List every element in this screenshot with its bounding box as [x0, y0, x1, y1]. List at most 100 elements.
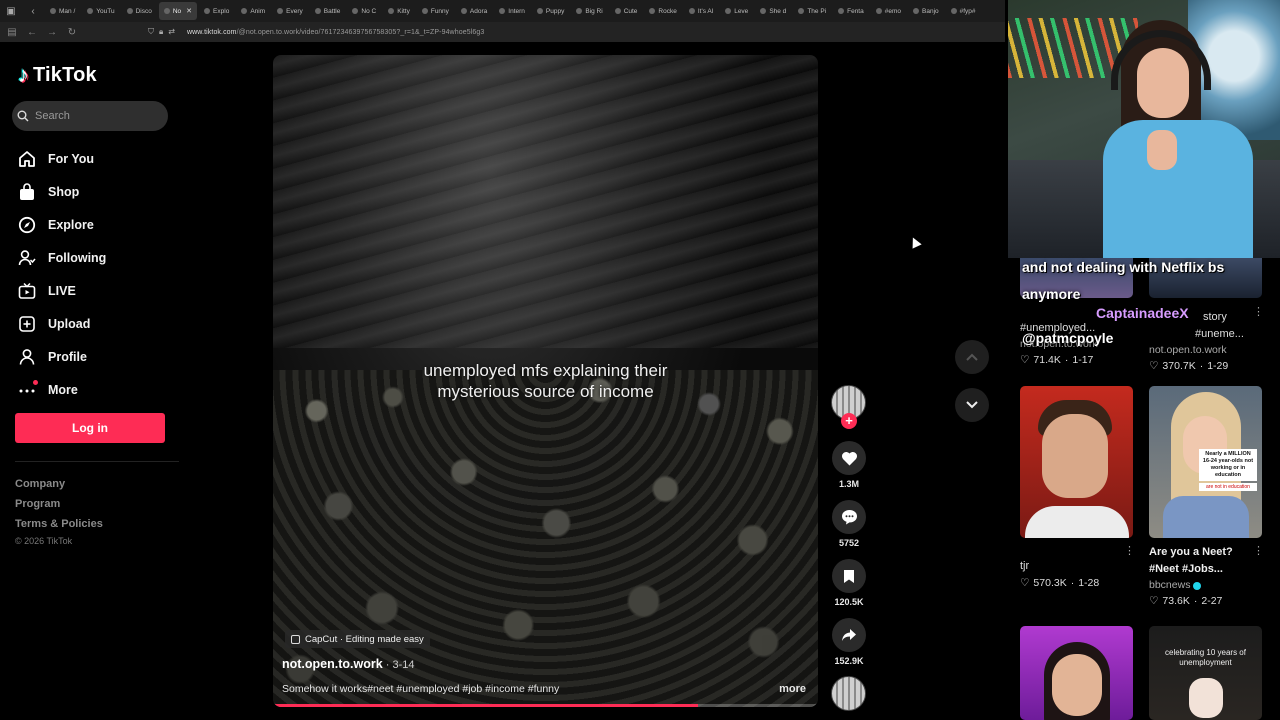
login-button[interactable]: Log in — [15, 413, 165, 443]
permissions-icon[interactable]: ⇄ — [168, 27, 175, 37]
capcut-icon — [291, 634, 300, 644]
streamer-webcam-overlay — [1008, 0, 1280, 258]
capcut-badge[interactable]: CapCut · Editing made easy — [285, 630, 430, 648]
notification-dot — [33, 379, 38, 385]
reload-icon[interactable]: ↻ — [66, 27, 78, 38]
browser-tab[interactable]: Funny — [417, 2, 454, 20]
shield-icon[interactable]: ⛉ — [148, 27, 154, 37]
tiktok-logo[interactable]: ♪ TikTok — [18, 62, 97, 88]
browser-tab[interactable]: Kitty — [383, 2, 415, 20]
browser-tab[interactable]: No C — [347, 2, 381, 20]
url-path: /@not.open.to.work/video/761723463975675… — [236, 28, 485, 36]
browser-tab[interactable]: Fenta — [833, 2, 869, 20]
close-tab-icon[interactable]: ✕ — [186, 7, 192, 15]
like-button[interactable] — [832, 441, 866, 475]
browser-tab[interactable]: YouTu — [82, 2, 119, 20]
rec-date: 1-17 — [1072, 354, 1094, 366]
browser-tab[interactable]: Leve — [720, 2, 753, 20]
recommended-card-5[interactable] — [1020, 626, 1133, 720]
tab-label: Puppy — [545, 7, 565, 15]
video-author[interactable]: not.open.to.work · 3-14 — [282, 657, 414, 671]
author-handle: not.open.to.work — [282, 657, 383, 671]
back-icon[interactable]: ← — [26, 27, 38, 38]
previous-video-button[interactable] — [955, 340, 989, 374]
sidebar-toggle-icon[interactable]: ▤ — [6, 27, 18, 38]
nav-label: Shop — [48, 184, 80, 199]
tab-label: Leve — [734, 7, 749, 15]
tab-favicon-icon — [838, 8, 845, 14]
tiktok-sidebar: ♪ TikTok For You Shop Explore Following … — [0, 42, 260, 720]
nav-item-upload[interactable]: Upload — [18, 307, 106, 340]
rec-views: 570.3K — [1033, 577, 1067, 589]
tab-label: Man / — [59, 7, 76, 15]
browser-tab[interactable]: Every — [272, 2, 308, 20]
save-action: 120.5K — [830, 559, 868, 607]
tab-label: No C — [361, 7, 377, 15]
mouse-cursor — [908, 235, 922, 249]
tab-label: The Pi — [807, 7, 827, 15]
nav-item-shop[interactable]: Shop — [18, 175, 106, 208]
nav-item-following[interactable]: Following — [18, 241, 106, 274]
video-player[interactable]: unemployed mfs explaining their mysterio… — [273, 55, 818, 707]
browser-tab[interactable]: It's Al — [684, 2, 718, 20]
browser-tab[interactable]: Cute — [610, 2, 643, 20]
recommended-card-3[interactable]: ⋮ tjr ♡ 570.3K · 1-28 — [1020, 386, 1135, 592]
nav-item-live[interactable]: LIVE — [18, 274, 106, 307]
browser-tab[interactable]: Rocke — [644, 2, 681, 20]
recommended-card-4[interactable]: Nearly a MILLION 16-24 year-olds not wor… — [1149, 386, 1264, 610]
card-menu-icon[interactable]: ⋮ — [1253, 544, 1264, 557]
share-button[interactable] — [832, 618, 866, 652]
search-input[interactable] — [35, 110, 155, 122]
forward-icon[interactable]: → — [46, 27, 58, 38]
lock-icon[interactable]: 🔒︎ — [159, 27, 163, 37]
tab-overview-icon[interactable]: ▣ — [0, 0, 22, 22]
browser-tab[interactable]: Adora — [456, 2, 492, 20]
next-video-button[interactable] — [955, 388, 989, 422]
browser-tab[interactable]: #emo — [871, 2, 906, 20]
browser-tab[interactable]: She d — [755, 2, 791, 20]
tab-label: Fenta — [847, 7, 864, 15]
nav-item-explore[interactable]: Explore — [18, 208, 106, 241]
tab-scroll-left-icon[interactable]: ‹ — [22, 0, 44, 22]
nav-item-more[interactable]: More — [18, 373, 106, 406]
browser-tab[interactable]: Puppy — [532, 2, 569, 20]
browser-tab[interactable]: #fyp# — [946, 2, 981, 20]
video-description: Somehow it works#neet #unemployed #job #… — [282, 683, 560, 695]
browser-tab[interactable]: Big Ri — [571, 2, 607, 20]
nav-item-for-you[interactable]: For You — [18, 142, 106, 175]
video-caption-overlay: unemployed mfs explaining their mysterio… — [273, 360, 818, 402]
description-more-link[interactable]: more — [779, 683, 806, 695]
tab-strip: Man / YouTu Disco No ✕ Explo Anim Every Battle No… — [44, 2, 982, 20]
browser-tab[interactable]: Man / — [45, 2, 80, 20]
share-arrow-icon — [842, 629, 856, 641]
sound-disc-avatar[interactable] — [831, 676, 866, 711]
footer-link-program[interactable]: Program — [15, 494, 103, 514]
browser-tab[interactable]: Disco — [122, 2, 157, 20]
browser-tab[interactable]: Anim — [236, 2, 270, 20]
save-button[interactable] — [832, 559, 866, 593]
nav-item-profile[interactable]: Profile — [18, 340, 106, 373]
tab-label: Funny — [430, 7, 449, 15]
video-progress-bar[interactable] — [273, 704, 818, 707]
footer-link-terms[interactable]: Terms & Policies — [15, 514, 103, 534]
heart-outline-icon: ♡ — [1149, 360, 1159, 372]
tab-favicon-icon — [950, 8, 957, 14]
live-tv-icon — [18, 282, 36, 300]
search-box[interactable] — [12, 101, 168, 131]
card-menu-icon[interactable]: ⋮ — [1124, 544, 1135, 557]
footer-link-company[interactable]: Company — [15, 474, 103, 494]
follow-plus-icon[interactable]: + — [841, 413, 857, 429]
tab-favicon-icon — [536, 8, 543, 14]
browser-tab[interactable]: Explo — [199, 2, 234, 20]
browser-tab[interactable]: The Pi — [793, 2, 831, 20]
browser-tab[interactable]: Intern — [494, 2, 530, 20]
url-text[interactable]: www.tiktok.com/@not.open.to.work/video/7… — [187, 29, 484, 36]
browser-tab[interactable]: No ✕ — [158, 2, 198, 20]
site-info-icons[interactable]: ⛉ 🔒︎ ⇄ — [148, 27, 175, 37]
browser-tab[interactable]: Battle — [310, 2, 346, 20]
rec-stats: ♡ 570.3K · 1-28 — [1020, 575, 1133, 592]
comment-button[interactable] — [832, 500, 866, 534]
recommended-card-6[interactable]: celebrating 10 years of unemployment — [1149, 626, 1262, 720]
browser-tab[interactable]: Banjo — [908, 2, 944, 20]
tab-label: #fyp# — [959, 7, 976, 15]
